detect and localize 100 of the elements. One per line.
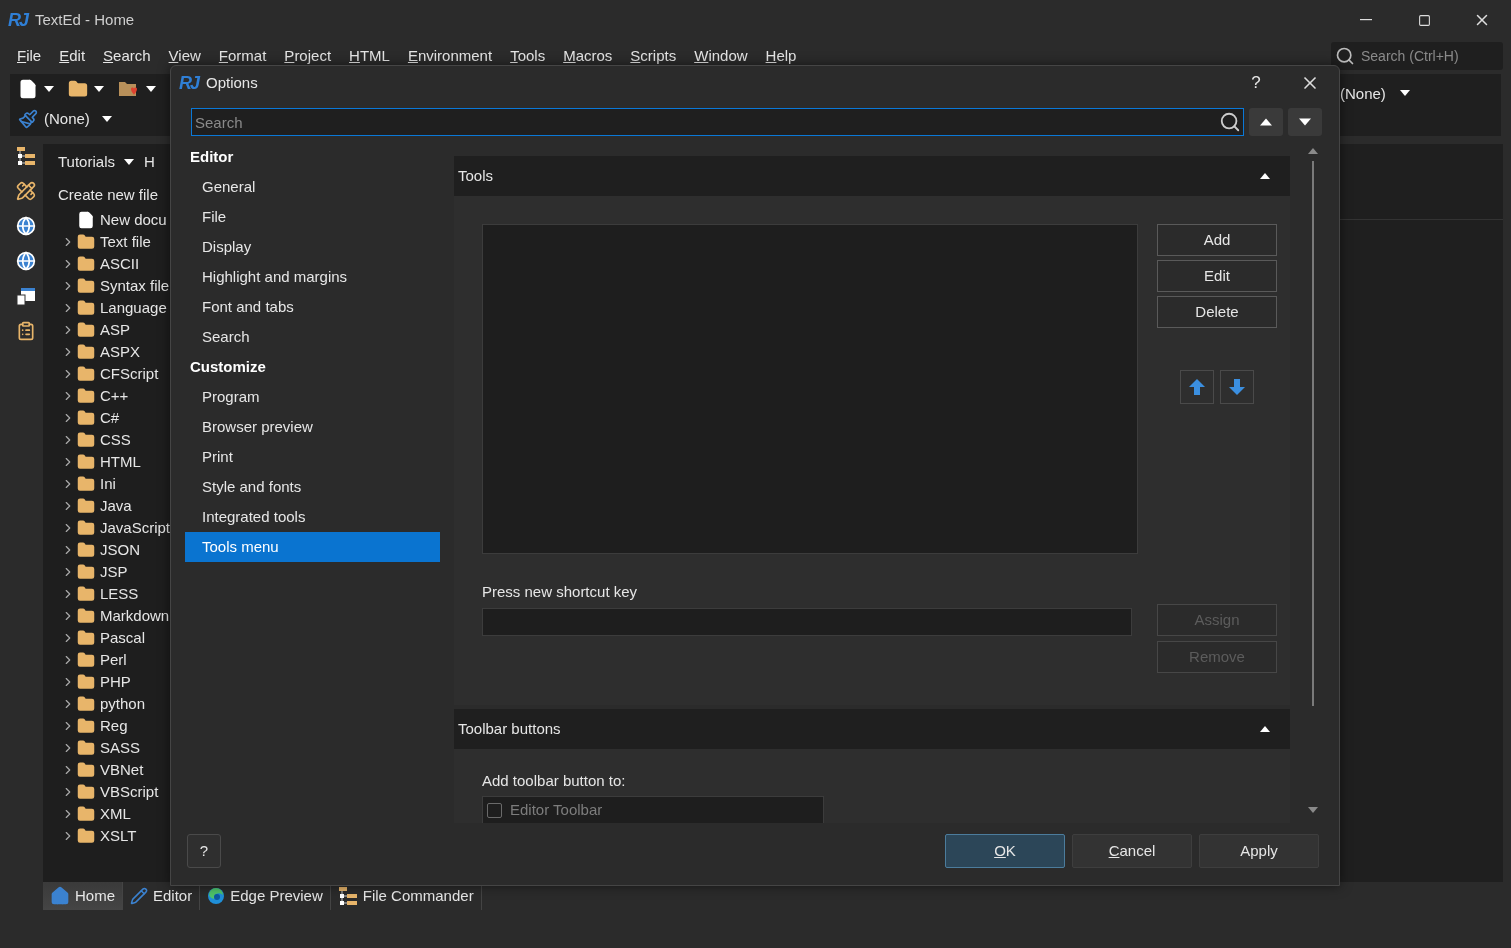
tree-item[interactable]: Perl [43, 649, 170, 671]
nav-item[interactable]: Search [185, 322, 440, 352]
panel-tab[interactable]: H [143, 150, 155, 174]
edge-icon [207, 887, 226, 905]
tree-item[interactable]: CFScript [43, 363, 170, 385]
menu-item[interactable]: Format [209, 47, 276, 65]
dropdown-value[interactable]: (None) [44, 107, 90, 131]
dropdown-value[interactable]: (None) [1340, 83, 1386, 106]
clipboard-icon[interactable] [16, 321, 36, 341]
section-header[interactable]: Tools [454, 156, 1290, 196]
tree-item[interactable]: LESS [43, 583, 170, 605]
tree-item[interactable]: Language [43, 297, 170, 319]
menu-item[interactable]: Search [94, 47, 160, 65]
dialog-button[interactable]: Apply [1199, 834, 1319, 868]
folder-icon [77, 739, 95, 757]
dialog-button[interactable]: Cancel [1072, 834, 1192, 868]
nav-item[interactable]: Browser preview [185, 412, 440, 442]
nav-item[interactable]: File [185, 202, 440, 232]
tree-item[interactable]: C++ [43, 385, 170, 407]
menu-item[interactable]: Tools [501, 47, 555, 65]
previous-button[interactable] [1249, 108, 1283, 136]
tree-item[interactable]: SASS [43, 737, 170, 759]
nav-category[interactable]: Editor [185, 142, 440, 172]
nav-item[interactable]: Font and tabs [185, 292, 440, 322]
action-button[interactable]: Delete [1157, 296, 1277, 328]
tree-item[interactable]: Syntax file [43, 275, 170, 297]
section-header[interactable]: Toolbar buttons [454, 709, 1290, 749]
panel-heading: Create new file [57, 185, 160, 205]
folder-icon [77, 761, 95, 779]
tree-item[interactable]: PHP [43, 671, 170, 693]
tree-item[interactable]: C# [43, 407, 170, 429]
nav-item[interactable]: Display [185, 232, 440, 262]
menu-item[interactable]: View [159, 47, 210, 65]
tree-item[interactable]: New docu [43, 209, 170, 231]
dialog-button[interactable]: OK [945, 834, 1065, 868]
documents-icon[interactable] [16, 286, 36, 306]
nav-item[interactable]: General [185, 172, 440, 202]
globe-icon[interactable] [16, 216, 36, 236]
tree-item[interactable]: JSP [43, 561, 170, 583]
tree-item[interactable]: ASCII [43, 253, 170, 275]
help-button[interactable]: ? [187, 834, 221, 868]
global-search-field[interactable]: Search (Ctrl+H) [1331, 42, 1503, 70]
menu-item[interactable]: Edit [50, 47, 95, 65]
tree-item[interactable]: Text file [43, 231, 170, 253]
nav-item[interactable]: Program [185, 382, 440, 412]
nav-item[interactable]: Tools menu [185, 532, 440, 562]
tree-item[interactable]: ASPX [43, 341, 170, 363]
tree-item[interactable]: JSON [43, 539, 170, 561]
tree-item[interactable]: Java [43, 495, 170, 517]
menu-item[interactable]: Scripts [621, 47, 686, 65]
action-button[interactable]: Edit [1157, 260, 1277, 292]
tree-item[interactable]: CSS [43, 429, 170, 451]
tree-item[interactable]: XSLT [43, 825, 170, 847]
tree-label: XML [100, 803, 131, 824]
folder-icon [77, 805, 95, 823]
next-button[interactable] [1288, 108, 1322, 136]
tree-item[interactable]: VBScript [43, 781, 170, 803]
help-button[interactable]: ? [1243, 70, 1269, 96]
tree-label: ASPX [100, 341, 141, 362]
panel-tab[interactable]: Tutorials [58, 150, 134, 174]
menu-item[interactable]: Help [756, 47, 806, 65]
search-icon [1335, 46, 1355, 66]
new-file-icon[interactable] [18, 79, 38, 99]
tree-item[interactable]: Markdown [43, 605, 170, 627]
brush-icon [18, 109, 38, 129]
nav-item[interactable]: Print [185, 442, 440, 472]
tree-item[interactable]: VBNet [43, 759, 170, 781]
nav-category[interactable]: Customize [185, 352, 440, 382]
shortcut-field[interactable] [482, 608, 1132, 636]
tree-label: CFScript [100, 363, 159, 384]
menu-item[interactable]: Macros [554, 47, 622, 65]
tree-item[interactable]: python [43, 693, 170, 715]
tree-item[interactable]: XML [43, 803, 170, 825]
tree-item[interactable]: Pascal [43, 627, 170, 649]
nav-item[interactable]: Style and fonts [185, 472, 440, 502]
folder-icon [77, 585, 95, 603]
nav-item[interactable]: Integrated tools [185, 502, 440, 532]
move-down-button[interactable] [1220, 370, 1254, 404]
menu-item[interactable]: Environment [398, 47, 502, 65]
action-button[interactable]: Add [1157, 224, 1277, 256]
menu-item[interactable]: HTML [340, 47, 399, 65]
folder-icon [77, 299, 95, 317]
search-field[interactable]: Search [191, 108, 1244, 136]
tree-item[interactable]: Ini [43, 473, 170, 495]
document-tab[interactable]: Home [43, 882, 123, 910]
tree-label: Language [100, 297, 167, 318]
move-up-button[interactable] [1180, 370, 1214, 404]
tree-item[interactable]: Reg [43, 715, 170, 737]
tree-item[interactable]: HTML [43, 451, 170, 473]
tree-label: XSLT [100, 825, 137, 846]
tree-item[interactable]: JavaScript [43, 517, 170, 539]
favorite-folder-icon[interactable] [118, 79, 140, 99]
tree-item[interactable]: ASP [43, 319, 170, 341]
menu-item[interactable]: Window [685, 47, 757, 65]
nav-item[interactable]: Highlight and margins [185, 262, 440, 292]
folder-icon[interactable] [68, 79, 88, 99]
scroll-up-icon [1308, 148, 1318, 154]
menu-item[interactable]: File [8, 47, 51, 65]
menu-item[interactable]: Project [275, 47, 341, 65]
tools-icon[interactable] [16, 181, 36, 201]
